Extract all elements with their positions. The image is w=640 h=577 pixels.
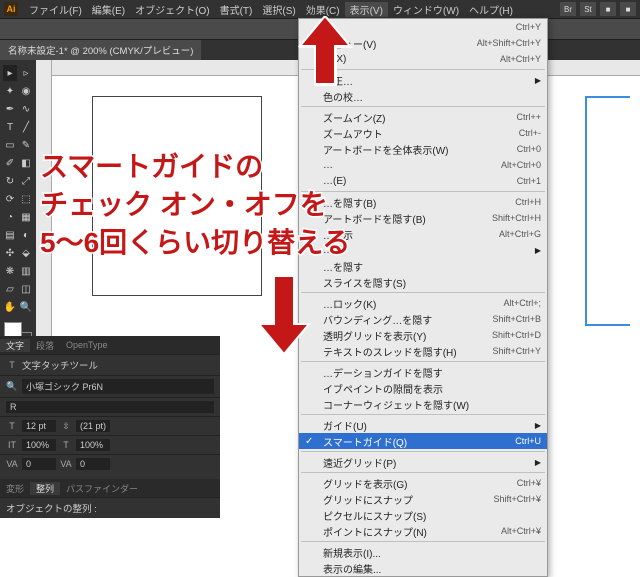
kerning-icon: VA [6,458,18,470]
annotation-arrow-down-icon [254,276,314,361]
gradient-tool-icon[interactable]: ◐ [19,227,33,243]
document-tab[interactable]: 名称未設定-1* @ 200% (CMYK/プレビュー) [0,40,201,60]
menu-item[interactable]: …デーションガイドを隠す [299,364,547,380]
menu-view[interactable]: 表示(V) [345,2,388,17]
transform-tab[interactable]: 変形 [0,482,30,495]
arrange-icon[interactable]: ■ [600,2,616,16]
font-size-icon: T [6,420,18,432]
paintbrush-tool-icon[interactable]: ✎ [19,137,33,153]
touch-type-icon: T [6,359,18,371]
tracking-icon: VA [60,458,72,470]
symbol-sprayer-tool-icon[interactable]: ❋ [3,263,17,279]
menu-edit[interactable]: 編集(E) [87,2,130,17]
menu-item[interactable]: イブペイントの隙間を表示 [299,380,547,396]
hand-tool-icon[interactable]: ✋ [3,299,17,315]
rectangle-tool-icon[interactable]: ▭ [3,137,17,153]
menu-item[interactable]: ✓スマートガイド(Q)Ctrl+U [299,433,547,449]
align-label: オブジェクトの整列 : [6,501,97,515]
type-tool-icon[interactable]: T [3,119,17,135]
hscale-field[interactable]: 100% [76,439,110,451]
menu-item[interactable]: コーナーウィジェットを隠す(W) [299,396,547,412]
annotation-arrow-up-icon [295,16,355,91]
direct-selection-tool-icon[interactable]: ▹ [19,65,33,81]
perspective-tool-icon[interactable]: ▦ [19,209,33,225]
font-family-field[interactable]: 小塚ゴシック Pr6N [22,379,214,394]
slice-tool-icon[interactable]: ◫ [19,281,33,297]
menu-item[interactable]: ポイントにスナップ(N)Alt+Ctrl+¥ [299,523,547,539]
zoom-tool-icon[interactable]: 🔍 [19,299,33,315]
artboard-selected[interactable] [585,96,630,326]
pencil-tool-icon[interactable]: ✐ [3,155,17,171]
menu-item[interactable]: グリッドにスナップShift+Ctrl+¥ [299,491,547,507]
blend-tool-icon[interactable]: ⬙ [19,245,33,261]
kerning-field[interactable]: 0 [22,458,56,470]
hscale-icon: T [60,439,72,451]
mesh-tool-icon[interactable]: ▤ [3,227,17,243]
annotation-text: スマートガイドの チェック オン・オフを 5〜6回くらい切り替える [40,148,350,261]
lasso-tool-icon[interactable]: ◉ [19,83,33,99]
menu-object[interactable]: オブジェクト(O) [130,2,214,17]
free-transform-tool-icon[interactable]: ⬚ [19,191,33,207]
menu-window[interactable]: ウィンドウ(W) [388,2,464,17]
menu-item[interactable]: ピクセルにスナップ(S) [299,507,547,523]
shape-builder-tool-icon[interactable]: ◔ [3,209,17,225]
menu-item[interactable]: グリッドを表示(G)Ctrl+¥ [299,475,547,491]
curvature-tool-icon[interactable]: ∿ [19,101,33,117]
font-size-field[interactable]: 12 pt [22,420,56,432]
vscale-icon: IT [6,439,18,451]
menu-item[interactable]: ズームアウトCtrl+- [299,125,547,141]
align-tab[interactable]: 整列 [30,482,60,495]
app-logo-icon: Ai [4,2,18,16]
search-icon: 🔍 [6,381,18,393]
menu-select[interactable]: 選択(S) [257,2,300,17]
menu-item[interactable]: 透明グリッドを表示(Y)Shift+Ctrl+D [299,327,547,343]
line-tool-icon[interactable]: ╱ [19,119,33,135]
menu-item[interactable]: ガイド(U)▶ [299,417,547,433]
width-tool-icon[interactable]: ⟳ [3,191,17,207]
search-icon[interactable]: ■ [620,2,636,16]
leading-icon: ⇳ [60,420,72,432]
menu-help[interactable]: ヘルプ(H) [464,2,518,17]
para-tab[interactable]: 段落 [30,339,60,352]
vscale-field[interactable]: 100% [22,439,56,451]
menu-item[interactable]: スライスを隠す(S) [299,274,547,290]
scale-tool-icon[interactable]: ⤢ [19,173,33,189]
bridge-icon[interactable]: Br [560,2,576,16]
menu-effect[interactable]: 効果(C) [301,2,345,17]
view-menu-dropdown: …Ctrl+Y…ビュー(V)Alt+Shift+Ctrl+Y…(X)Alt+Ct… [298,18,548,577]
menu-item[interactable]: 新規表示(I)... [299,544,547,560]
leading-field[interactable]: (21 pt) [76,420,110,432]
menu-item[interactable]: バウンディング…を隠すShift+Ctrl+B [299,311,547,327]
menu-item[interactable]: 表示の編集... [299,560,547,576]
menu-item[interactable]: ズームイン(Z)Ctrl++ [299,109,547,125]
rotate-tool-icon[interactable]: ↻ [3,173,17,189]
opentype-tab[interactable]: OpenType [60,340,114,350]
menu-item[interactable]: …ロック(K)Alt+Ctrl+; [299,295,547,311]
stock-icon[interactable]: St [580,2,596,16]
magic-wand-tool-icon[interactable]: ✦ [3,83,17,99]
bottom-panels: 文字 段落 OpenType T文字タッチツール 🔍小塚ゴシック Pr6N R … [0,336,220,518]
menu-item[interactable]: 遠近グリッド(P)▶ [299,454,547,470]
menu-type[interactable]: 書式(T) [215,2,258,17]
pen-tool-icon[interactable]: ✒ [3,101,17,117]
pathfinder-tab[interactable]: パスファインダー [60,482,144,495]
artboard-tool-icon[interactable]: ▱ [3,281,17,297]
menu-item[interactable]: テキストのスレッドを隠す(H)Shift+Ctrl+Y [299,343,547,359]
char-tab[interactable]: 文字 [0,339,30,352]
menu-file[interactable]: ファイル(F) [24,2,87,17]
tracking-field[interactable]: 0 [76,458,110,470]
eyedropper-tool-icon[interactable]: ✣ [3,245,17,261]
touch-type-label[interactable]: 文字タッチツール [22,358,98,372]
selection-tool-icon[interactable]: ▸ [3,65,17,81]
font-weight-field[interactable]: R [6,401,214,413]
eraser-tool-icon[interactable]: ◧ [19,155,33,171]
column-graph-tool-icon[interactable]: ▥ [19,263,33,279]
